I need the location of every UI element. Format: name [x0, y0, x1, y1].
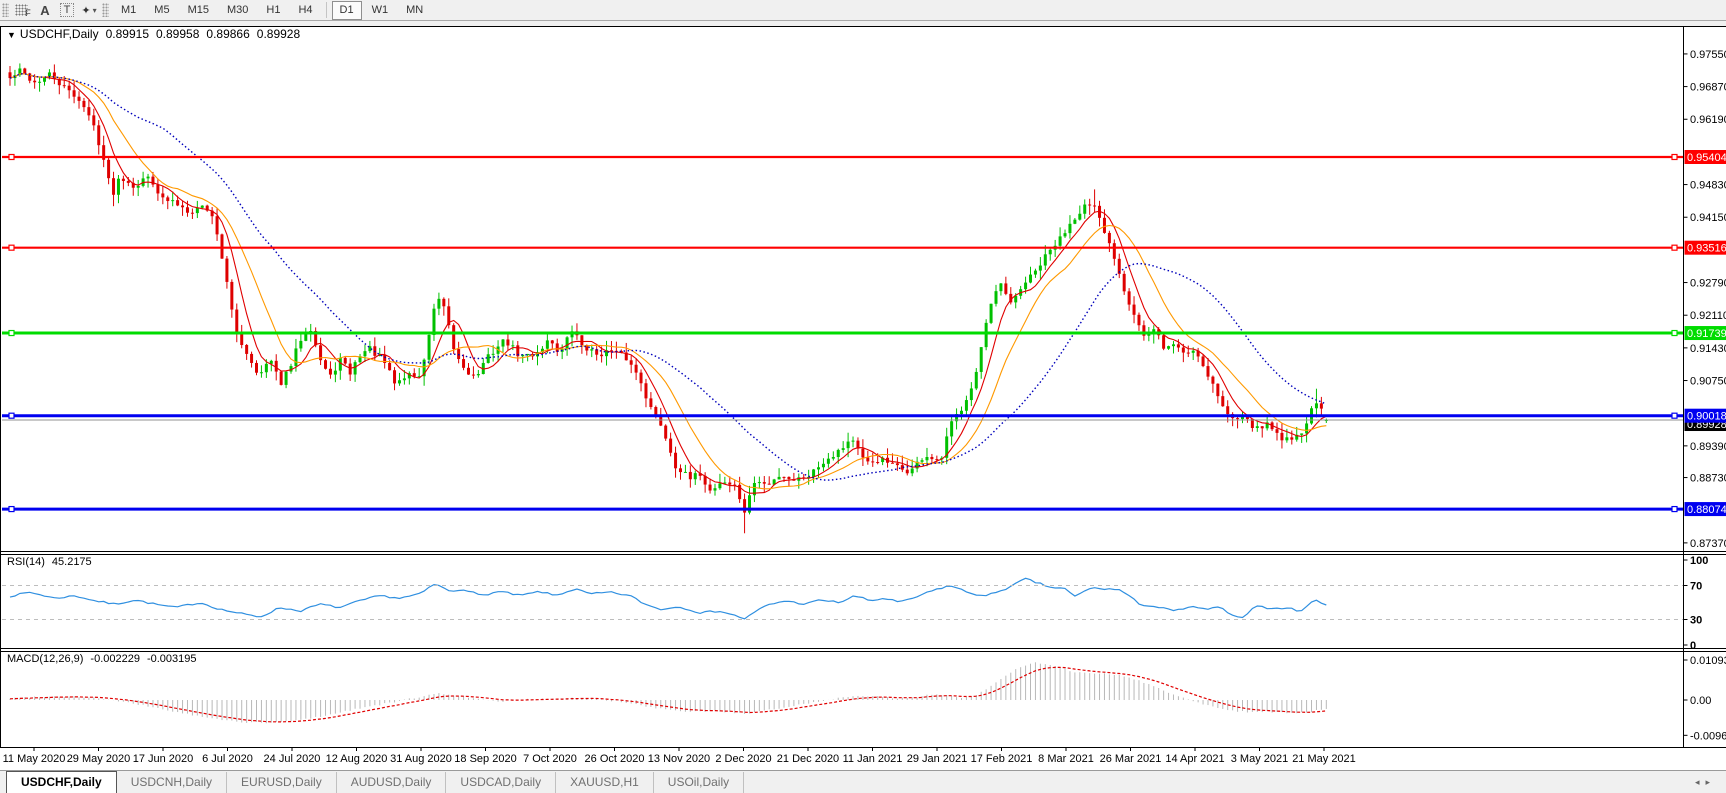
svg-text:0.91430: 0.91430 — [1690, 343, 1726, 355]
toolbar-grip[interactable] — [2, 3, 9, 17]
svg-text:17 Jun 2020: 17 Jun 2020 — [133, 753, 194, 765]
macd-name: MACD(12,26,9) — [7, 653, 83, 665]
timeframe-button-h1[interactable]: H1 — [258, 1, 288, 20]
ohlc-high: 0.89958 — [156, 27, 199, 41]
svg-text:26 Oct 2020: 26 Oct 2020 — [585, 753, 645, 765]
tab-usdcad-daily[interactable]: USDCAD,Daily — [446, 772, 556, 793]
svg-text:14 Apr 2021: 14 Apr 2021 — [1165, 753, 1224, 765]
svg-text:24 Jul 2020: 24 Jul 2020 — [264, 753, 321, 765]
svg-text:13 Nov 2020: 13 Nov 2020 — [648, 753, 710, 765]
svg-text:26 Mar 2021: 26 Mar 2021 — [1100, 753, 1162, 765]
svg-text:0.87370: 0.87370 — [1690, 538, 1726, 550]
svg-text:0.010933: 0.010933 — [1690, 655, 1726, 667]
tab-eurusd-daily[interactable]: EURUSD,Daily — [227, 772, 337, 793]
macd-signal-value: -0.003195 — [147, 653, 197, 665]
svg-text:12 Aug 2020: 12 Aug 2020 — [326, 753, 388, 765]
macd-main-value: -0.002229 — [90, 653, 140, 665]
timeframe-button-w1[interactable]: W1 — [364, 1, 397, 20]
svg-text:0.92790: 0.92790 — [1690, 278, 1726, 290]
ohlc-open: 0.89915 — [106, 27, 149, 41]
svg-text:31 Aug 2020: 31 Aug 2020 — [390, 753, 452, 765]
chart-title: ▼ USDCHF,Daily 0.89915 0.89958 0.89866 0.8992… — [7, 27, 307, 41]
tab-usoil-daily[interactable]: USOil,Daily — [654, 772, 744, 793]
svg-text:0.96870: 0.96870 — [1690, 82, 1726, 94]
svg-text:0.00: 0.00 — [1690, 695, 1711, 707]
timeframe-button-m5[interactable]: M5 — [146, 1, 177, 20]
tab-usdchf-daily[interactable]: USDCHF,Daily — [6, 771, 117, 793]
label-tool-icon[interactable]: T — [57, 2, 77, 19]
svg-text:0.94150: 0.94150 — [1690, 212, 1726, 224]
svg-text:11 May 2020: 11 May 2020 — [3, 753, 66, 765]
chart-tab-bar: USDCHF,DailyUSDCNH,DailyEURUSD,DailyAUDU… — [0, 770, 1726, 793]
svg-text:11 Jan 2021: 11 Jan 2021 — [843, 753, 903, 765]
rsi-label: RSI(14) 45.2175 — [7, 556, 99, 568]
chevron-down-icon: ▾ — [93, 6, 97, 15]
fibonacci-tool-icon[interactable]: F — [13, 2, 33, 19]
svg-text:6 Jul 2020: 6 Jul 2020 — [202, 753, 253, 765]
svg-text:18 Sep 2020: 18 Sep 2020 — [454, 753, 516, 765]
fibonacci-grid-icon — [15, 4, 28, 16]
svg-text:0.88074: 0.88074 — [1687, 504, 1726, 516]
timeframe-button-mn[interactable]: MN — [398, 1, 431, 20]
svg-text:70: 70 — [1690, 581, 1702, 593]
svg-text:0.92110: 0.92110 — [1690, 310, 1726, 322]
timeframe-grip[interactable] — [102, 3, 109, 17]
svg-text:0.89390: 0.89390 — [1690, 441, 1726, 453]
svg-text:0.95404: 0.95404 — [1687, 152, 1726, 164]
svg-text:0.93516: 0.93516 — [1687, 243, 1726, 255]
text-tool-icon[interactable]: A — [35, 2, 55, 19]
rsi-name: RSI(14) — [7, 556, 45, 568]
arrows-tool-icon[interactable]: ✦ ▾ — [79, 2, 99, 19]
tab-xauusd-h1[interactable]: XAUUSD,H1 — [556, 772, 654, 793]
ohlc-low: 0.89866 — [206, 27, 249, 41]
svg-text:30: 30 — [1690, 615, 1702, 627]
timeframe-button-d1[interactable]: D1 — [332, 1, 362, 20]
tab-scroll-arrows[interactable]: ◂▸ — [1695, 777, 1716, 788]
svg-text:7 Oct 2020: 7 Oct 2020 — [523, 753, 577, 765]
timeframe-button-m30[interactable]: M30 — [219, 1, 256, 20]
svg-text:8 Mar 2021: 8 Mar 2021 — [1038, 753, 1094, 765]
svg-text:0.88730: 0.88730 — [1690, 473, 1726, 485]
svg-text:0.90750: 0.90750 — [1690, 376, 1726, 388]
svg-text:-0.009653: -0.009653 — [1690, 730, 1726, 742]
timeframe-button-group: M1M5M15M30H1H4 D1W1MN — [112, 1, 432, 20]
label-letter: T — [60, 3, 75, 17]
tab-scroll-right-icon[interactable]: ▸ — [1705, 777, 1716, 787]
svg-text:100: 100 — [1690, 555, 1708, 567]
svg-text:0.91739: 0.91739 — [1687, 328, 1726, 340]
tab-audusd-daily[interactable]: AUDUSD,Daily — [337, 772, 447, 793]
arrows-glyph: ✦ — [81, 4, 90, 17]
svg-text:29 May 2020: 29 May 2020 — [67, 753, 131, 765]
chart-symbol-label: USDCHF,Daily — [20, 27, 99, 41]
rsi-value: 45.2175 — [52, 556, 92, 568]
svg-text:2 Dec 2020: 2 Dec 2020 — [715, 753, 771, 765]
svg-text:3 May 2021: 3 May 2021 — [1231, 753, 1288, 765]
svg-text:17 Feb 2021: 17 Feb 2021 — [971, 753, 1033, 765]
ohlc-close: 0.89928 — [257, 27, 300, 41]
svg-text:0.96190: 0.96190 — [1690, 114, 1726, 126]
svg-text:29 Jan 2021: 29 Jan 2021 — [907, 753, 968, 765]
tab-usdcnh-daily[interactable]: USDCNH,Daily — [117, 772, 227, 793]
svg-text:0.90018: 0.90018 — [1687, 411, 1726, 423]
chart-canvas[interactable]: 0.97550 0.96870 0.96190 0.94830 0.94150 0.927… — [0, 21, 1726, 770]
collapse-triangle-icon[interactable]: ▼ — [7, 30, 16, 40]
svg-text:21 May 2021: 21 May 2021 — [1292, 753, 1356, 765]
svg-text:0.97550: 0.97550 — [1690, 49, 1726, 61]
macd-label: MACD(12,26,9) -0.002229 -0.003195 — [7, 653, 204, 665]
tab-list: USDCHF,DailyUSDCNH,DailyEURUSD,DailyAUDU… — [0, 771, 744, 793]
timeframe-button-h4[interactable]: H4 — [290, 1, 320, 20]
timeframe-button-m15[interactable]: M15 — [180, 1, 217, 20]
top-toolbar: F A T ✦ ▾ M1M5M15M30H1H4 D1W1MN — [0, 0, 1726, 21]
timeframe-button-m1[interactable]: M1 — [113, 1, 144, 20]
svg-text:0: 0 — [1690, 640, 1696, 652]
svg-text:21 Dec 2020: 21 Dec 2020 — [777, 753, 839, 765]
svg-text:0.94830: 0.94830 — [1690, 180, 1726, 192]
tab-scroll-left-icon[interactable]: ◂ — [1695, 777, 1706, 787]
